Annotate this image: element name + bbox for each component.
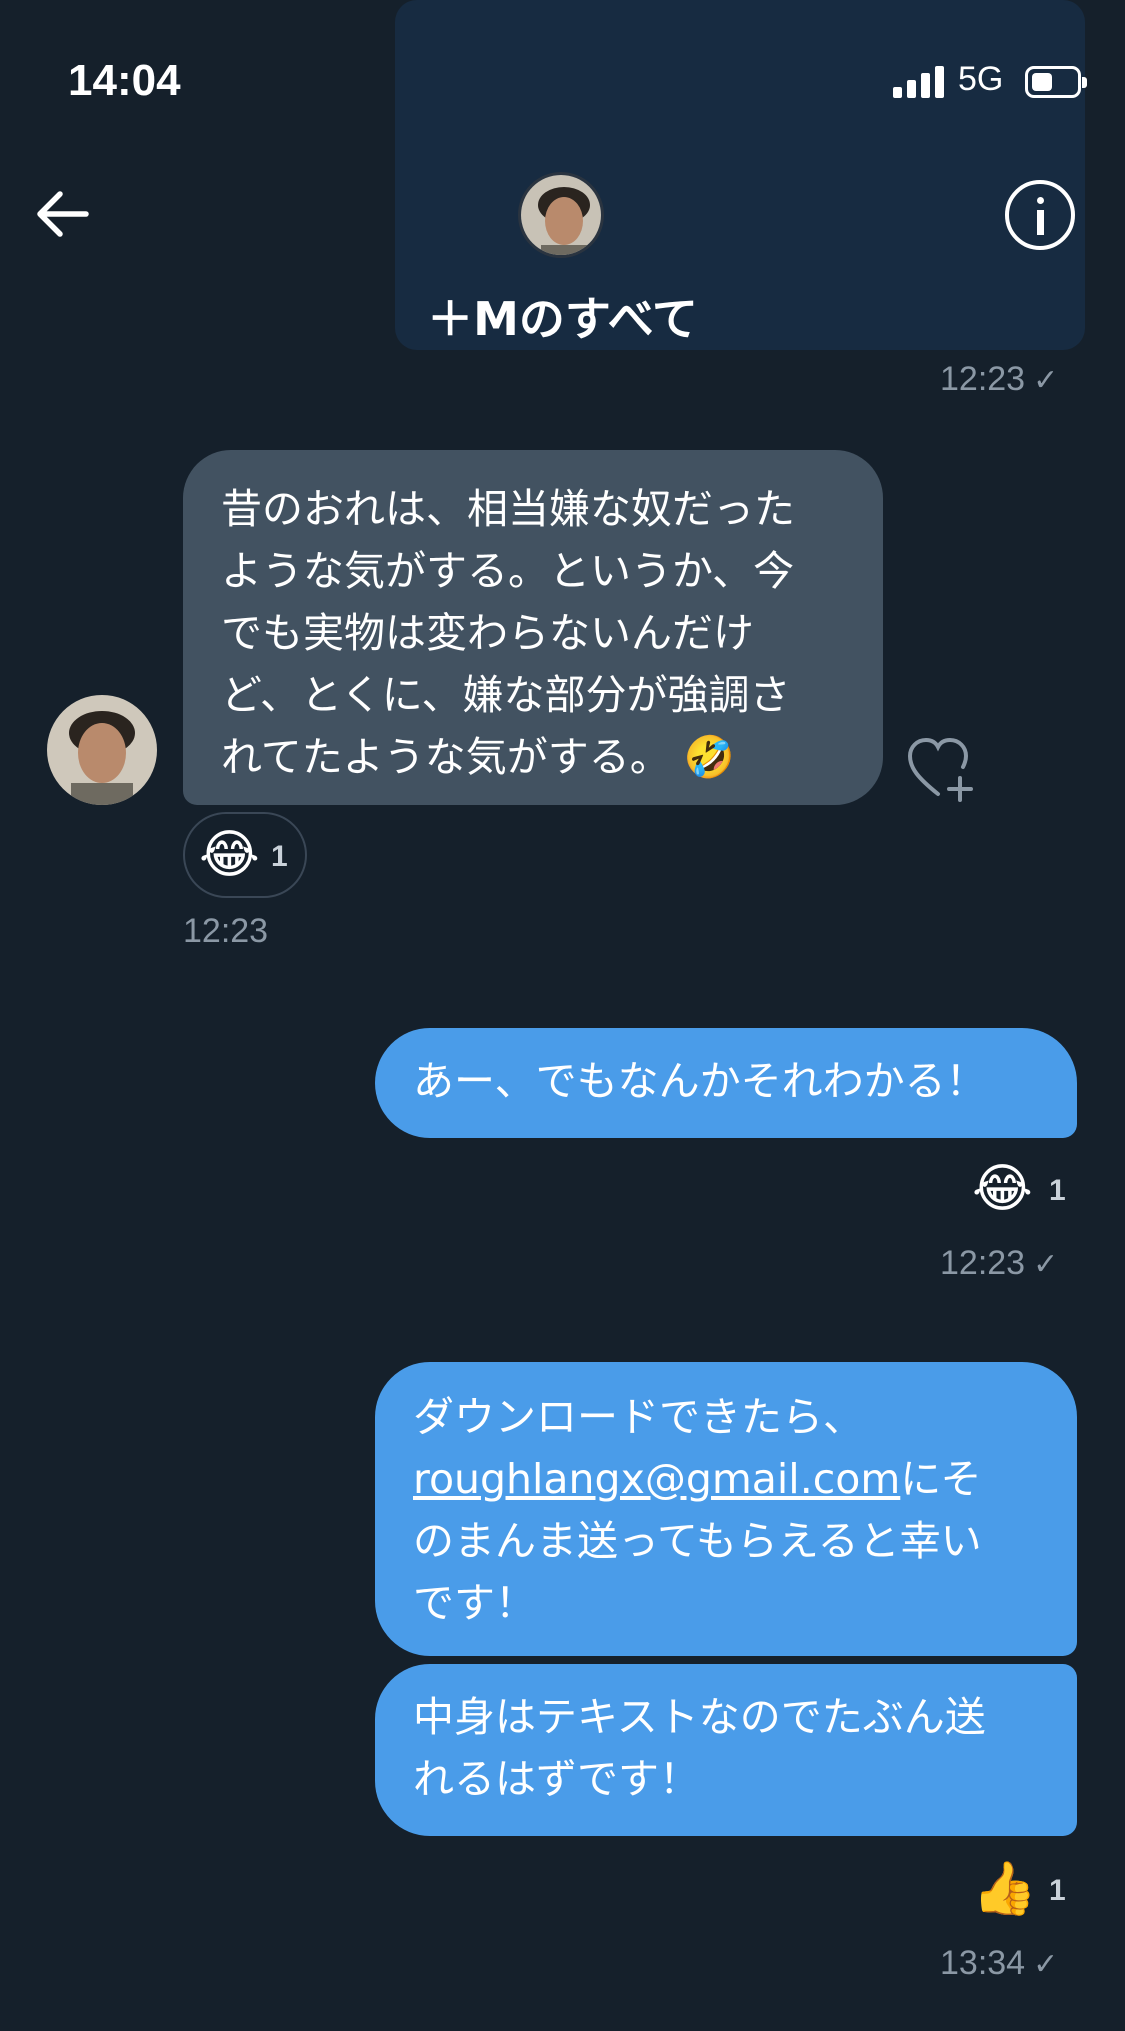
signal-icon — [893, 66, 945, 98]
incoming-message-bubble[interactable]: 昔のおれは、相当嫌な奴だった ような気がする。というか、今 でも実物は変わらない… — [183, 450, 883, 805]
sent-check-icon: ✓ — [1033, 1948, 1059, 1981]
battery-icon — [1025, 66, 1087, 98]
sent-check-icon: ✓ — [1033, 1248, 1059, 1281]
reaction-count: 1 — [1049, 1174, 1066, 1207]
message-text-line: 昔のおれは、相当嫌な奴だった — [221, 485, 795, 533]
reaction-pill[interactable]: 😂 1 — [183, 812, 307, 898]
message-timestamp: 13:34 ✓ — [940, 1944, 1059, 1982]
status-time: 14:04 — [68, 56, 181, 105]
message-text: あー、でもなんかそれわかる！ — [413, 1057, 987, 1105]
reaction-count: 1 — [271, 840, 288, 873]
message-text-line: roughlangx@gmail.comにそ — [413, 1455, 982, 1503]
info-icon[interactable] — [1005, 180, 1075, 250]
message-text-line: ような気がする。というか、今 — [221, 547, 795, 595]
sender-avatar[interactable] — [47, 695, 157, 805]
outgoing-message-bubble[interactable]: 中身はテキストなのでたぶん送 れるはずです！ — [375, 1664, 1077, 1836]
message-text-line: ダウンロードできたら、 — [413, 1393, 864, 1441]
message-timestamp: 12:23 ✓ — [940, 1244, 1059, 1282]
outgoing-message-bubble[interactable]: あー、でもなんかそれわかる！ — [375, 1028, 1077, 1138]
message-text-line: ど、とくに、嫌な部分が強調さ — [221, 671, 791, 719]
thumbs-up-emoji[interactable]: 👍 — [972, 1858, 1037, 1919]
back-arrow-icon[interactable] — [30, 182, 94, 246]
reaction-count: 1 — [1049, 1874, 1066, 1907]
email-link[interactable]: roughlangx@gmail.com — [413, 1455, 900, 1503]
conversation-avatar[interactable] — [518, 172, 604, 258]
status-bar: 14:04 5G — [0, 0, 1125, 160]
message-text-line: です！ — [413, 1579, 536, 1627]
sent-check-icon: ✓ — [1033, 364, 1059, 397]
message-timestamp: 12:23 — [183, 912, 269, 950]
tears-of-joy-emoji[interactable]: 😂 — [972, 1158, 1033, 1219]
outgoing-message-bubble[interactable]: ダウンロードできたら、 roughlangx@gmail.comにそ のまんま送… — [375, 1362, 1077, 1656]
add-reaction-heart-icon[interactable] — [907, 737, 980, 802]
tears-of-joy-emoji: 😂 — [199, 825, 260, 885]
rofl-emoji: 🤣 — [683, 733, 735, 781]
conversation-title[interactable]: ＋Mのすべて — [0, 283, 1125, 349]
message-text-line: れるはずです！ — [413, 1755, 700, 1803]
message-text-line: でも実物は変わらないんだけ — [221, 609, 754, 657]
network-type: 5G — [958, 60, 1004, 98]
message-text-line: のまんま送ってもらえると幸い — [413, 1517, 982, 1565]
message-timestamp: 12:23 ✓ — [940, 360, 1059, 398]
message-text-line: 中身はテキストなのでたぶん送 — [413, 1693, 986, 1741]
message-text-line: れてたような気がする。 🤣 — [221, 733, 735, 781]
